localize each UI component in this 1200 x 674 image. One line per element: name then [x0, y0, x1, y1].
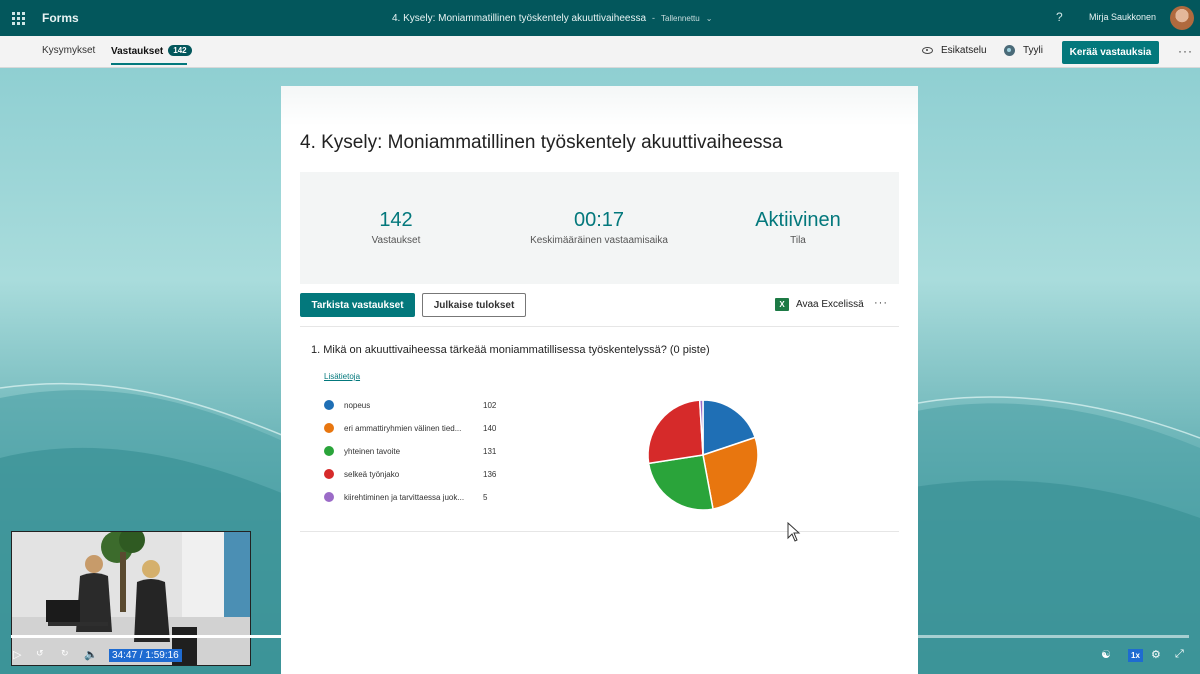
tab-questions[interactable]: Kysymykset	[42, 45, 95, 56]
app-brand[interactable]: Forms	[42, 11, 79, 25]
legend-count: 102	[483, 401, 497, 410]
responses-count-badge: 142	[168, 45, 192, 56]
stat-average-time: 00:17 Keskimääräinen vastaamisaika	[499, 209, 699, 246]
chart-legend: nopeus 102 eri ammattiryhmien välinen tied…	[324, 397, 514, 512]
chevron-down-icon[interactable]: ⌄	[706, 14, 713, 23]
publish-results-button[interactable]: Julkaise tulokset	[422, 293, 526, 317]
video-progress-handle[interactable]	[348, 631, 359, 641]
stat-status: Aktiivinen Tila	[698, 209, 898, 246]
settings-icon[interactable]: ⚙	[1151, 648, 1161, 661]
style-button[interactable]: Tyyli	[1004, 45, 1043, 56]
volume-icon[interactable]: 🔈	[84, 648, 98, 661]
review-responses-button[interactable]: Tarkista vastaukset	[300, 293, 415, 317]
document-title-area[interactable]: 4. Kysely: Moniammatillinen työskentely …	[392, 0, 712, 36]
legend-label: nopeus	[344, 401, 371, 410]
open-in-excel-button[interactable]: X Avaa Excelissä	[775, 298, 864, 311]
video-time: 34:47 / 1:59:16	[109, 649, 182, 662]
legend-count: 140	[483, 424, 497, 433]
video-thumbnail[interactable]	[11, 531, 251, 666]
document-title: 4. Kysely: Moniammatillinen työskentely …	[392, 12, 647, 24]
legend-label: kiirehtiminen ja tarvittaessa juok...	[344, 493, 465, 502]
card-more-options-icon[interactable]: ···	[874, 297, 888, 309]
page-title: 4. Kysely: Moniammatillinen työskentely …	[300, 132, 783, 153]
rewind-10-icon[interactable]: ↺	[36, 648, 44, 659]
pie-slice[interactable]	[647, 454, 714, 511]
legend-item: selkeä työnjako 136	[324, 466, 514, 489]
video-progress-bar[interactable]	[11, 631, 1189, 641]
stat-responses-label: Vastaukset	[371, 235, 421, 246]
legend-label: eri ammattiryhmien välinen tied...	[344, 424, 462, 433]
more-options-icon[interactable]: ···	[1178, 44, 1193, 58]
excel-icon: X	[775, 298, 789, 311]
presenters-image	[12, 532, 250, 665]
legend-item: eri ammattiryhmien välinen tied... 140	[324, 420, 514, 443]
question-title: 1. Mikä on akuuttivaiheessa tärkeää moni…	[311, 344, 710, 356]
divider	[300, 531, 899, 532]
legend-count: 131	[483, 447, 497, 456]
save-status: Tallennettu	[661, 13, 700, 23]
stat-average-time-value: 00:17	[573, 209, 625, 231]
legend-item: kiirehtiminen ja tarvittaessa juok... 5	[324, 489, 514, 512]
app-launcher-icon[interactable]	[0, 0, 36, 36]
playback-speed-button[interactable]: 1x	[1128, 649, 1143, 662]
stat-status-value: Aktiivinen	[755, 209, 841, 231]
play-icon[interactable]: ▷	[13, 648, 21, 661]
collect-responses-button[interactable]: Kerää vastauksia	[1062, 41, 1159, 64]
palette-icon	[1004, 45, 1015, 56]
pie-chart	[647, 399, 759, 511]
mouse-cursor-icon	[787, 522, 801, 542]
pie-slice[interactable]	[647, 399, 704, 465]
app-bar: Forms 4. Kysely: Moniammatillinen työske…	[0, 0, 1200, 36]
legend-label: yhteinen tavoite	[344, 447, 401, 456]
stat-responses-value: 142	[379, 209, 413, 231]
results-card: 4. Kysely: Moniammatillinen työskentely …	[281, 86, 918, 674]
summary-stats: 142 Vastaukset 00:17 Keskimääräinen vast…	[300, 172, 899, 284]
card-header-fade	[281, 86, 918, 126]
legend-count: 5	[483, 493, 488, 502]
eye-icon	[922, 47, 933, 54]
legend-item: nopeus 102	[324, 397, 514, 420]
legend-swatch	[324, 469, 334, 479]
legend-label: selkeä työnjako	[344, 470, 400, 479]
title-separator: -	[652, 13, 656, 23]
legend-swatch	[324, 423, 334, 433]
style-label: Tyyli	[1023, 45, 1043, 56]
preview-label: Esikatselu	[941, 45, 987, 56]
captions-icon[interactable]: ☯	[1101, 648, 1111, 661]
legend-swatch	[324, 446, 334, 456]
legend-swatch	[324, 400, 334, 410]
active-tab-indicator	[111, 63, 187, 65]
stat-average-time-label: Keskimääräinen vastaamisaika	[530, 235, 668, 246]
divider	[300, 326, 899, 327]
preview-button[interactable]: Esikatselu	[922, 45, 987, 56]
legend-count: 136	[483, 470, 497, 479]
stat-responses: 142 Vastaukset	[296, 209, 496, 246]
video-progress-fill	[11, 635, 354, 638]
command-bar: Kysymykset Vastaukset 142 Esikatselu Tyyl…	[0, 36, 1200, 68]
help-icon[interactable]: ?	[1056, 10, 1063, 24]
open-in-excel-label: Avaa Excelissä	[796, 299, 864, 310]
stat-status-label: Tila	[790, 235, 806, 246]
more-details-link[interactable]: Lisätietoja	[324, 372, 360, 381]
forward-10-icon[interactable]: ↻	[61, 648, 69, 659]
tab-responses-label: Vastaukset	[111, 46, 164, 57]
legend-swatch	[324, 492, 334, 502]
fullscreen-icon[interactable]: ⤢	[1175, 648, 1184, 661]
tab-responses[interactable]: Vastaukset 142	[111, 45, 192, 57]
avatar[interactable]	[1170, 6, 1194, 30]
legend-item: yhteinen tavoite 131	[324, 443, 514, 466]
user-name[interactable]: Mirja Saukkonen	[1089, 12, 1156, 22]
